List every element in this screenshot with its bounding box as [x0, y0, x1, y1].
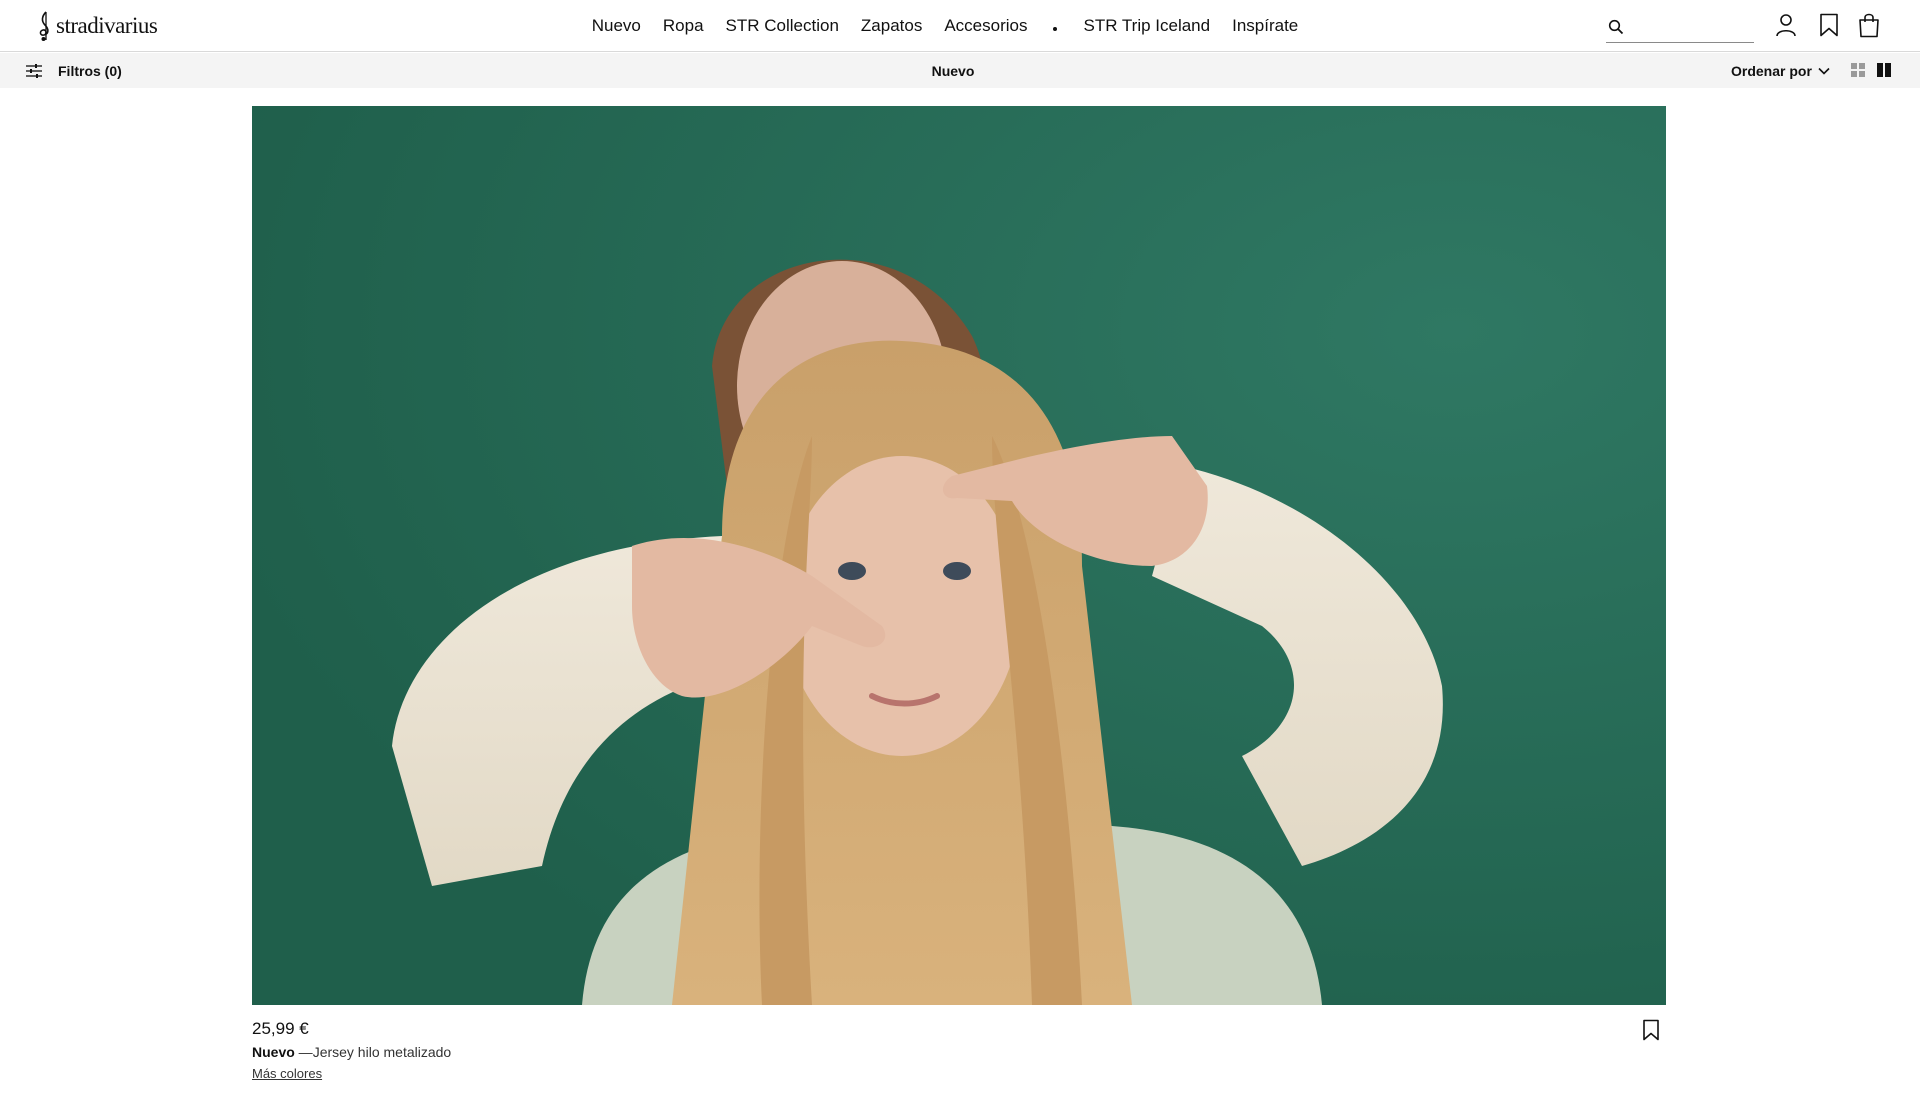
product-tag: Nuevo [252, 1044, 295, 1060]
search-input[interactable] [1632, 19, 1742, 35]
product-name: Jersey hilo metalizado [312, 1044, 452, 1060]
treble-clef-logo-icon [39, 11, 49, 41]
bookmark-icon [1820, 13, 1838, 37]
chevron-down-icon [1818, 67, 1830, 75]
product-image[interactable] [252, 106, 1666, 1005]
nav-item-zapatos[interactable]: Zapatos [861, 16, 922, 36]
shopping-bag-icon [1859, 13, 1879, 38]
wishlist-button[interactable] [1815, 11, 1843, 39]
nav-item-nuevo[interactable]: Nuevo [592, 16, 641, 36]
nav-item-str-trip-iceland[interactable]: STR Trip Iceland [1083, 16, 1210, 36]
sort-dropdown[interactable]: Ordenar por [1731, 53, 1830, 88]
product-photo [252, 106, 1666, 1005]
bookmark-icon[interactable] [1641, 1019, 1661, 1041]
search-box[interactable] [1606, 12, 1754, 43]
search-icon[interactable] [1608, 19, 1624, 35]
product-price: 25,99 € [252, 1019, 309, 1038]
nav-item-ropa[interactable]: Ropa [663, 16, 704, 36]
brand-name: stradivarius [56, 13, 158, 38]
listing-toolbar: Filtros (0) Nuevo Ordenar por [0, 53, 1920, 88]
site-header: stradivarius Nuevo Ropa STR Collection Z… [0, 0, 1920, 52]
grid-large-icon[interactable] [1876, 62, 1892, 78]
cart-button[interactable] [1855, 11, 1883, 39]
brand-logo[interactable]: stradivarius [37, 10, 158, 42]
more-colors-link[interactable]: Más colores [252, 1066, 322, 1081]
product-separator: — [294, 1044, 313, 1060]
grid-small-icon[interactable] [1850, 62, 1866, 78]
nav-item-str-collection[interactable]: STR Collection [726, 16, 839, 36]
category-title: Nuevo [931, 62, 975, 79]
sort-label: Ordenar por [1731, 62, 1812, 79]
nav-item-accesorios[interactable]: Accesorios [944, 16, 1027, 36]
nav-separator-dot [1053, 27, 1058, 31]
nav-item-inspirate[interactable]: Inspírate [1232, 16, 1298, 36]
product-description[interactable]: Nuevo —Jersey hilo metalizado [252, 1044, 451, 1060]
account-button[interactable] [1772, 11, 1800, 39]
user-icon [1776, 14, 1796, 37]
